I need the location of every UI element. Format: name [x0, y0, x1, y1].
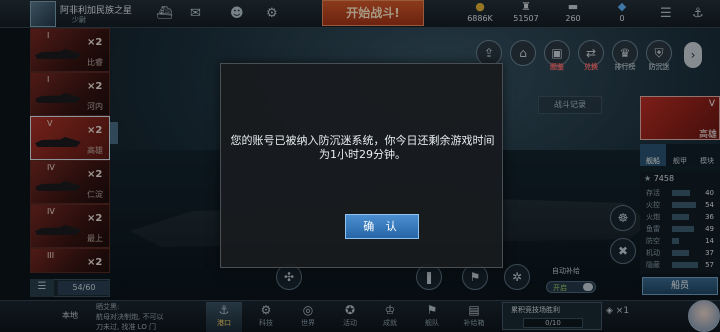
dialog-message: 您的账号已被纳入防沉迷系统，你今日还剩余游戏时间为1小时29分钟。 — [230, 134, 495, 161]
confirm-button[interactable]: 确 认 — [345, 214, 419, 239]
anti-addiction-dialog: 您的账号已被纳入防沉迷系统，你今日还剩余游戏时间为1小时29分钟。 确 认 — [220, 63, 503, 268]
